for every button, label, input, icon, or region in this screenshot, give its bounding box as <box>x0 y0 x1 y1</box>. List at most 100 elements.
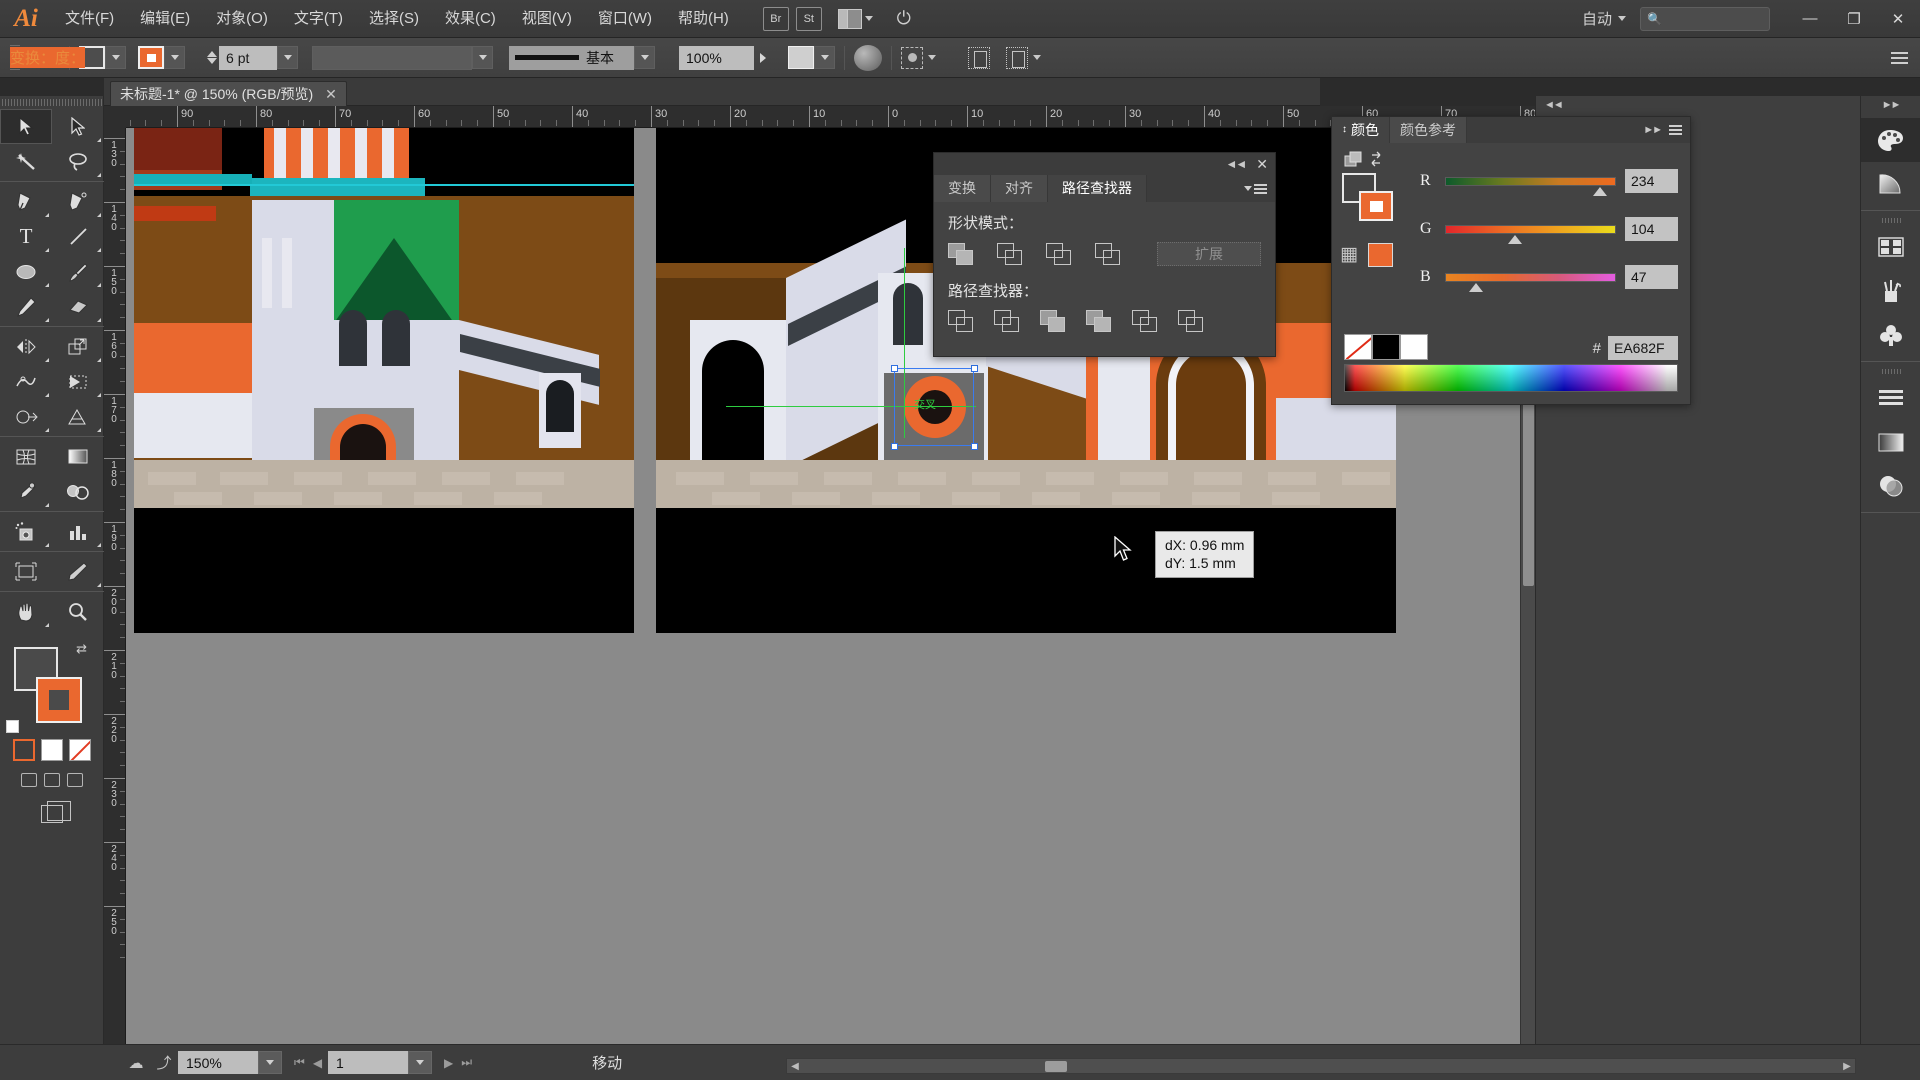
variable-width-dropdown[interactable] <box>472 46 494 69</box>
hex-input[interactable]: EA682F <box>1608 336 1678 360</box>
color-mode-color-icon[interactable] <box>12 739 35 761</box>
zoom-level-input[interactable]: 150% <box>178 1051 258 1074</box>
screen-mode-full-icon[interactable] <box>66 773 83 787</box>
scroll-right-icon[interactable]: ▶ <box>1841 1061 1853 1072</box>
free-transform-tool[interactable] <box>52 364 104 399</box>
workspace-label[interactable]: 自动 <box>1576 8 1618 29</box>
eraser-tool[interactable] <box>52 289 104 324</box>
menu-help[interactable]: 帮助(H) <box>665 0 742 38</box>
intersect-icon[interactable] <box>1046 242 1072 266</box>
add-anchor-point-tool[interactable] <box>52 184 104 219</box>
stroke-color-box[interactable] <box>36 677 82 723</box>
swatches-panel-icon[interactable] <box>1861 225 1920 269</box>
brushes-panel-icon[interactable] <box>1861 269 1920 313</box>
menu-object[interactable]: 对象(O) <box>203 0 281 38</box>
artboard-tool[interactable] <box>0 554 52 589</box>
style-dropdown[interactable] <box>814 46 836 69</box>
last-artboard-icon[interactable]: ⏭ <box>461 1055 472 1070</box>
distribute-chevron-icon[interactable] <box>1033 55 1042 60</box>
menu-edit[interactable]: 编辑(E) <box>127 0 203 38</box>
slider-track-g[interactable] <box>1445 224 1616 244</box>
control-bar-menu-icon[interactable] <box>1891 51 1908 64</box>
blend-tool[interactable] <box>52 474 104 509</box>
type-tool[interactable]: T <box>0 219 52 254</box>
color-panel-icon[interactable] <box>1861 118 1920 162</box>
distribute-icon[interactable] <box>1006 46 1029 69</box>
pathfinder-panel-menu[interactable] <box>1244 175 1275 202</box>
opacity-arrow-icon[interactable] <box>760 52 767 63</box>
next-artboard-icon[interactable]: ▶ <box>444 1056 453 1070</box>
align-icon[interactable] <box>968 46 991 69</box>
zoom-dropdown[interactable] <box>258 1051 282 1074</box>
exclude-icon[interactable] <box>1095 242 1121 266</box>
artboard-dropdown[interactable] <box>408 1051 433 1074</box>
direct-selection-tool[interactable] <box>52 109 104 144</box>
color-panel-menu[interactable]: ►► <box>1643 124 1690 136</box>
expand-button[interactable]: 扩展 <box>1157 242 1261 266</box>
style-swatch[interactable] <box>788 46 815 69</box>
document-tab[interactable]: 未标题-1* @ 150% (RGB/预览) ✕ <box>110 81 347 106</box>
line-segment-tool[interactable] <box>52 219 104 254</box>
slider-thumb-g[interactable] <box>1508 234 1523 244</box>
mesh-tool[interactable] <box>0 439 52 474</box>
canvas-surface[interactable]: 交叉 <box>126 128 1535 1044</box>
selection-tool[interactable] <box>0 109 52 144</box>
close-button[interactable]: ✕ <box>1876 0 1920 38</box>
bridge-button[interactable]: Br <box>762 6 789 31</box>
restore-button[interactable]: ❐ <box>1832 0 1876 38</box>
workspace-chevron-icon[interactable] <box>1618 16 1626 21</box>
arrange-documents-button[interactable] <box>837 8 873 29</box>
power-icon[interactable]: ⏻ <box>889 6 919 32</box>
tab-color-guide[interactable]: 颜色参考 <box>1390 117 1467 143</box>
color-model-cube-icon[interactable]: ▦ <box>1340 243 1358 266</box>
color-mode-gradient-icon[interactable] <box>40 739 63 761</box>
tab-close-icon[interactable]: ✕ <box>325 86 337 103</box>
selection-bounding-box[interactable] <box>894 368 974 446</box>
recolor-artwork-icon[interactable] <box>854 44 883 71</box>
vertical-ruler[interactable]: 130 140 150 160 170 180 190 200 210 220 230 240 250 <box>104 128 126 1044</box>
minimize-button[interactable]: — <box>1788 0 1832 38</box>
stroke-weight-stepper[interactable] <box>207 51 218 64</box>
none-swatch-icon[interactable] <box>1344 334 1372 360</box>
screen-mode-normal-icon[interactable] <box>20 773 37 787</box>
default-fill-stroke-icon[interactable] <box>6 720 19 733</box>
opacity-input[interactable]: 100% <box>679 45 755 70</box>
horizontal-scrollbar[interactable]: ◀ ▶ <box>786 1058 1856 1074</box>
tab-transform[interactable]: 变换 <box>934 175 991 202</box>
first-artboard-icon[interactable]: ⏮ <box>294 1055 305 1070</box>
eyedropper-tool[interactable] <box>0 474 52 509</box>
selection-handle[interactable] <box>891 443 898 450</box>
menu-effect[interactable]: 效果(C) <box>432 0 509 38</box>
menu-view[interactable]: 视图(V) <box>509 0 585 38</box>
fill-stroke-mini-icon[interactable] <box>1344 151 1386 172</box>
stroke-swatch[interactable] <box>138 46 165 69</box>
column-graph-tool[interactable] <box>52 514 104 549</box>
trim-icon[interactable] <box>994 310 1020 333</box>
stroke-color-control[interactable] <box>138 46 186 69</box>
slider-value-g[interactable]: 104 <box>1625 217 1678 241</box>
magic-wand-tool[interactable] <box>0 144 52 179</box>
share-icon[interactable]: ⤴ <box>150 1051 178 1075</box>
color-panel[interactable]: ↕ 颜色 颜色参考 ►► ▦ R 234 G 104 B 47 # EA682F <box>1331 116 1691 405</box>
symbol-sprayer-tool[interactable] <box>0 514 52 549</box>
zoom-tool[interactable] <box>52 594 104 629</box>
cloud-sync-icon[interactable]: ☁ <box>122 1051 150 1075</box>
horizontal-ruler[interactable]: 10090807060504030201001020304050607080 <box>104 106 1535 128</box>
tools-panel-grip[interactable] <box>0 96 103 109</box>
slice-tool[interactable] <box>52 554 104 589</box>
shape-builder-tool[interactable] <box>0 399 52 434</box>
swap-fill-stroke-icon[interactable]: ⇄ <box>76 641 87 657</box>
collapse-panel-icon[interactable]: ◄◄ <box>1226 157 1248 171</box>
slider-value-b[interactable]: 47 <box>1625 265 1678 289</box>
pathfinder-panel-titlebar[interactable]: ◄◄ ✕ <box>934 153 1275 175</box>
stroke-variable-width-field[interactable] <box>312 45 473 70</box>
change-screen-mode-button[interactable] <box>0 801 103 823</box>
menu-window[interactable]: 窗口(W) <box>585 0 665 38</box>
white-swatch-icon[interactable] <box>1400 334 1428 360</box>
search-input[interactable]: 🔍 <box>1640 6 1770 31</box>
artboard-1[interactable] <box>134 128 634 633</box>
divide-icon[interactable] <box>948 310 974 333</box>
ellipse-tool[interactable] <box>0 254 52 289</box>
previous-artboard-icon[interactable]: ◀ <box>313 1056 322 1070</box>
slider-track-r[interactable] <box>1445 176 1616 196</box>
